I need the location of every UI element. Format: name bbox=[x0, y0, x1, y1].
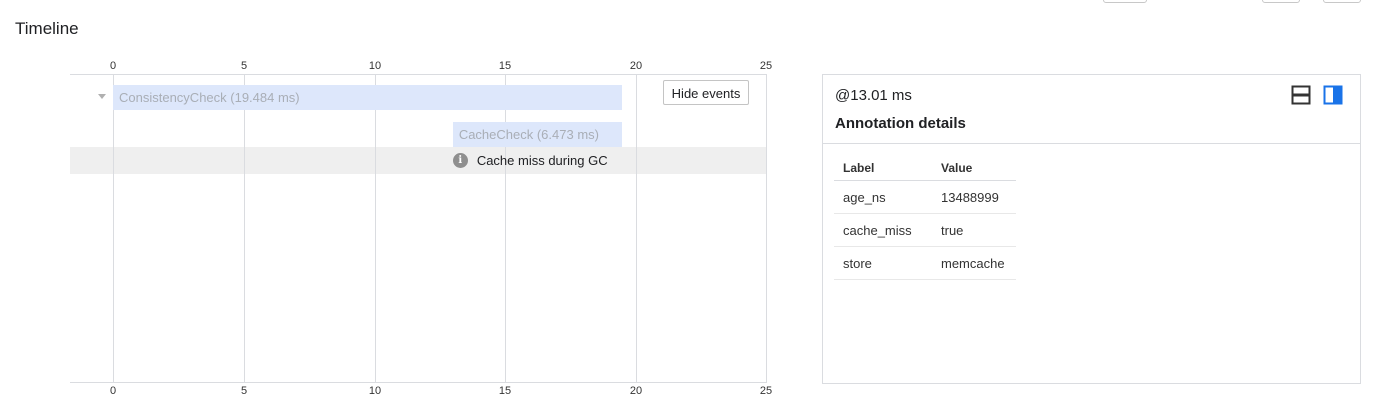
vertical-split-icon[interactable] bbox=[1323, 85, 1343, 105]
time-axis-bottom: 0 5 10 15 20 25 bbox=[70, 385, 773, 397]
axis-tick: 10 bbox=[368, 60, 382, 72]
axis-tick: 5 bbox=[240, 385, 248, 397]
horizontal-split-icon[interactable] bbox=[1291, 85, 1311, 105]
gridline bbox=[113, 74, 114, 383]
gridline bbox=[244, 74, 245, 383]
axis-tick: 15 bbox=[498, 385, 512, 397]
toolbar-button-partial[interactable] bbox=[1323, 0, 1361, 3]
table-header-row: Label Value bbox=[834, 155, 1016, 181]
axis-tick: 20 bbox=[629, 60, 643, 72]
axis-line bbox=[70, 382, 767, 383]
time-axis-top: 0 5 10 15 20 25 bbox=[70, 60, 773, 72]
collapse-triangle-icon[interactable] bbox=[98, 94, 106, 99]
table-row: cache_miss true bbox=[834, 213, 1016, 247]
axis-tick: 10 bbox=[368, 385, 382, 397]
axis-tick: 5 bbox=[240, 60, 248, 72]
toolbar-button-partial[interactable] bbox=[1103, 0, 1147, 3]
span-label: CacheCheck (6.473 ms) bbox=[458, 127, 599, 142]
column-header-value: Value bbox=[932, 155, 1016, 181]
gridline bbox=[766, 74, 767, 383]
table-row: age_ns 13488999 bbox=[834, 180, 1016, 214]
gridline bbox=[505, 74, 506, 383]
toolbar-button-partial[interactable] bbox=[1262, 0, 1300, 3]
annotation-value: true bbox=[932, 213, 1016, 247]
timeline-chart: 0 5 10 15 20 25 ConsistencyCheck (19.484… bbox=[70, 60, 773, 400]
annotation-value: 13488999 bbox=[932, 180, 1016, 214]
axis-tick: 15 bbox=[498, 60, 512, 72]
info-icon[interactable]: i bbox=[452, 153, 468, 168]
annotation-value: memcache bbox=[932, 246, 1016, 280]
panel-title: Annotation details bbox=[835, 115, 966, 132]
gridline bbox=[636, 74, 637, 383]
axis-line bbox=[70, 74, 767, 75]
gridline bbox=[375, 74, 376, 383]
column-header-label: Label bbox=[834, 155, 932, 181]
event-label[interactable]: Cache miss during GC bbox=[477, 153, 608, 168]
annotation-label: store bbox=[834, 246, 932, 280]
axis-tick: 25 bbox=[759, 385, 773, 397]
panel-header: @13.01 ms Annotation details bbox=[823, 75, 1360, 144]
axis-tick: 0 bbox=[109, 60, 117, 72]
axis-tick: 0 bbox=[109, 385, 117, 397]
axis-tick: 20 bbox=[629, 385, 643, 397]
annotation-label: age_ns bbox=[834, 180, 932, 214]
annotation-label: cache_miss bbox=[834, 213, 932, 247]
span-label: ConsistencyCheck (19.484 ms) bbox=[119, 90, 300, 105]
page-title: Timeline bbox=[15, 19, 79, 38]
annotation-details-panel: @13.01 ms Annotation details Label Value… bbox=[822, 74, 1361, 384]
table-row: store memcache bbox=[834, 246, 1016, 280]
hide-events-button[interactable]: Hide events bbox=[663, 80, 749, 105]
annotation-table: Label Value age_ns 13488999 cache_miss t… bbox=[834, 155, 1016, 280]
annotation-time: @13.01 ms bbox=[835, 87, 912, 104]
axis-tick: 25 bbox=[759, 60, 773, 72]
selected-event-row[interactable] bbox=[70, 147, 767, 174]
